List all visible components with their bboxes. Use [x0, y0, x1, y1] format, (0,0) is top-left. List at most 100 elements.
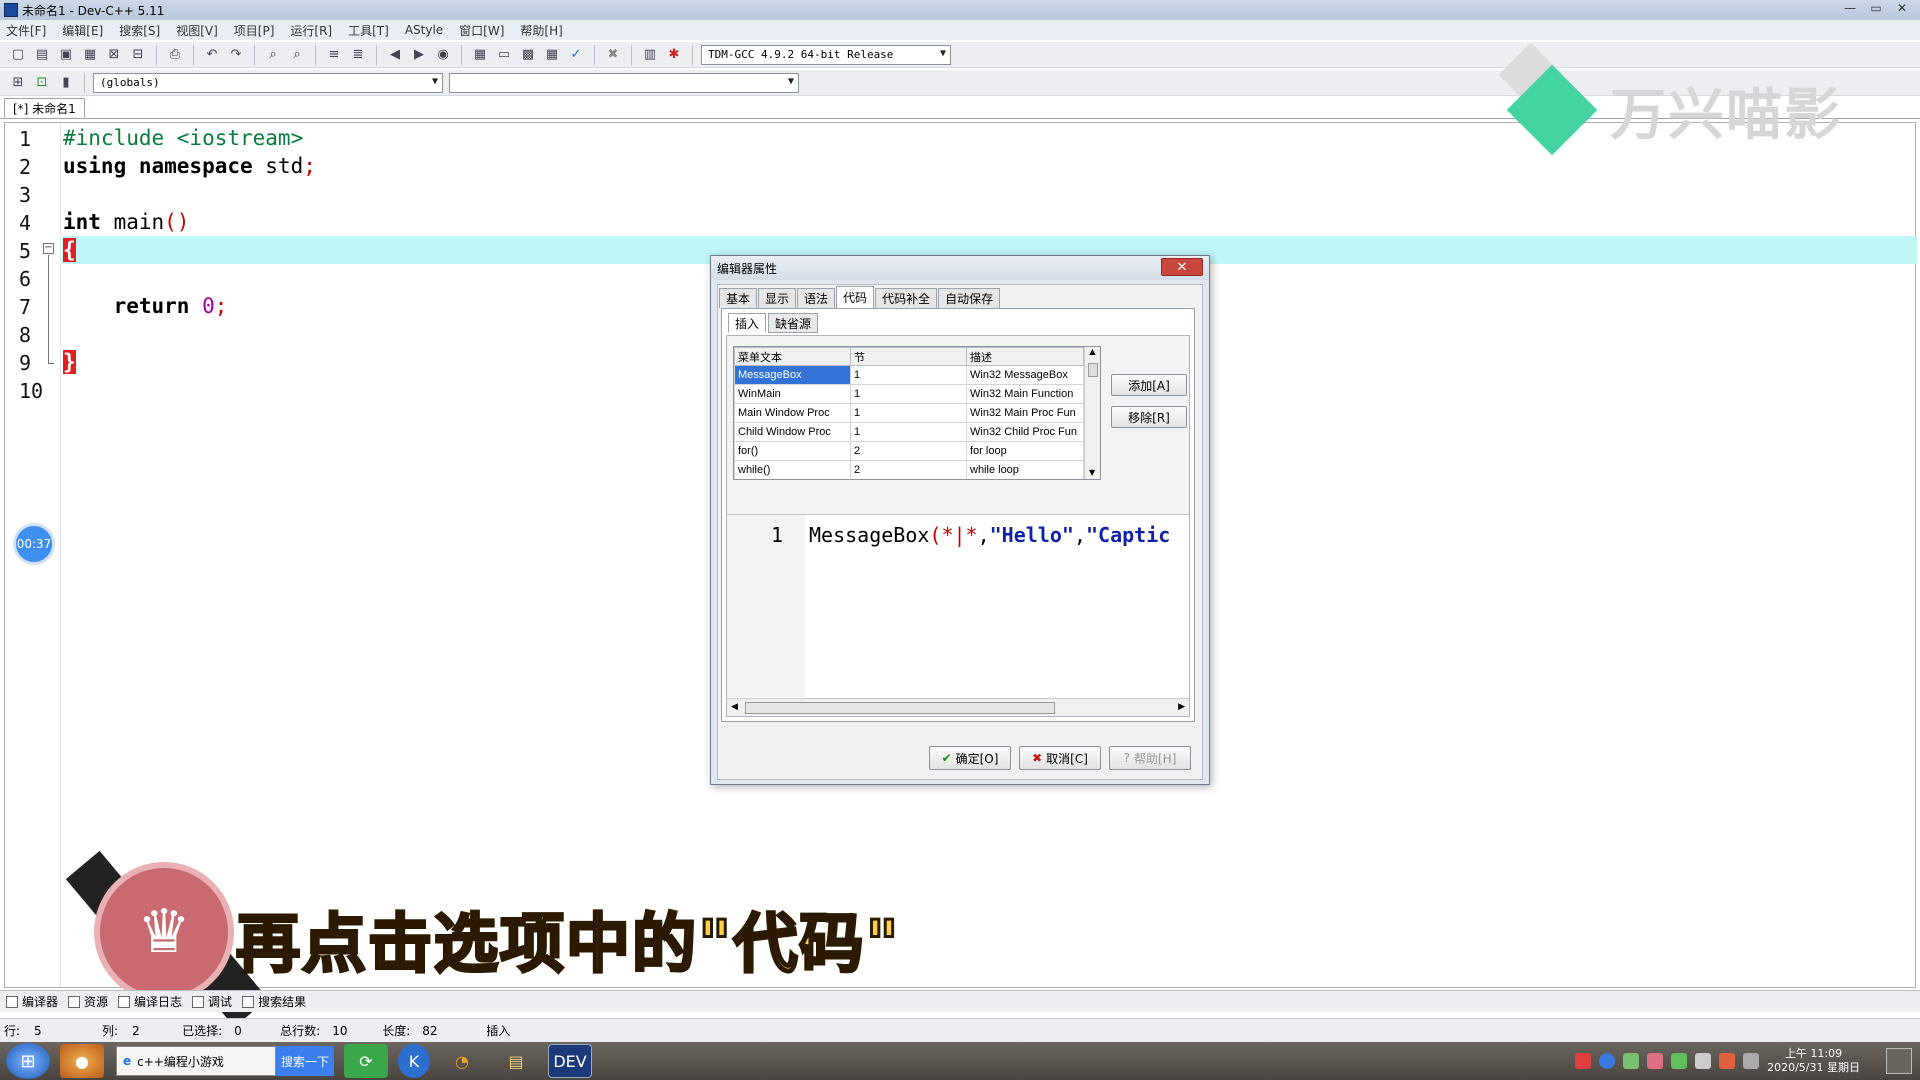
back-icon[interactable]: ◀ — [385, 45, 405, 65]
tab-autosave[interactable]: 自动保存 — [938, 288, 1001, 308]
remove-snippet-button[interactable]: 移除[R] — [1111, 406, 1187, 428]
tab-search-results[interactable]: 搜索结果 — [242, 993, 306, 1010]
tab-compiler[interactable]: 编译器 — [6, 993, 58, 1010]
menu-astyle[interactable]: AStyle — [405, 23, 443, 37]
app-tray-icon[interactable] — [1647, 1053, 1664, 1069]
debug-icon[interactable]: ✱ — [664, 45, 684, 65]
undo-icon[interactable]: ↶ — [202, 45, 222, 65]
table-scrollbar[interactable]: ▲ ▼ — [1084, 347, 1100, 479]
editor-tab[interactable]: [*] 未命名1 — [4, 98, 85, 118]
function-select[interactable]: ▼ — [449, 72, 799, 93]
show-desktop-button[interactable] — [1886, 1048, 1912, 1074]
column-header[interactable]: 节 — [850, 347, 967, 366]
close-file-icon[interactable]: ⊠ — [104, 45, 124, 65]
close-button[interactable]: ✕ — [1890, 1, 1914, 17]
taskbar: ⊞ ● e c++编程小游戏 搜索一下 ⟳ K ◔ ▤ DEV 上午 11:09… — [0, 1042, 1920, 1080]
replace-icon[interactable]: ⌕ — [287, 45, 307, 65]
menu-view[interactable]: 视图[V] — [176, 22, 218, 39]
tab-display[interactable]: 显示 — [758, 288, 797, 308]
forward-icon[interactable]: ▶ — [409, 45, 429, 65]
menu-project[interactable]: 项目[P] — [234, 22, 275, 39]
menu-tools[interactable]: 工具[T] — [348, 22, 389, 39]
save-icon[interactable]: ▣ — [56, 45, 76, 65]
tab-basic[interactable]: 基本 — [719, 288, 758, 308]
stop-icon[interactable]: ✖ — [603, 45, 623, 65]
preview-code: MessageBox(*|*,"Hello","Captic — [809, 523, 1171, 547]
ok-button[interactable]: ✔ 确定[O] — [929, 746, 1011, 770]
tab-completion[interactable]: 代码补全 — [875, 288, 938, 308]
status-selected: 0 — [234, 1023, 242, 1038]
k-app-icon[interactable]: K — [398, 1044, 430, 1078]
new-file-icon[interactable]: ▢ — [8, 45, 28, 65]
save-all-icon[interactable]: ▦ — [80, 45, 100, 65]
table-row[interactable]: Child Window Proc 1 Win32 Child Proc Fun — [734, 422, 1084, 442]
table-row[interactable]: for() 2 for loop — [734, 441, 1084, 461]
fold-collapse-icon[interactable]: − — [43, 243, 54, 254]
menu-search[interactable]: 搜索[S] — [119, 22, 160, 39]
rebuild-icon[interactable]: ▦ — [542, 45, 562, 65]
help-tray-icon[interactable] — [1599, 1053, 1616, 1069]
table-row[interactable]: MessageBox 1 Win32 MessageBox — [734, 365, 1084, 385]
close-all-icon[interactable]: ⊟ — [128, 45, 148, 65]
start-button[interactable]: ⊞ — [6, 1043, 50, 1079]
dialog-close-button[interactable]: ✕ — [1161, 258, 1203, 276]
devcpp-app-icon[interactable]: DEV — [548, 1044, 592, 1078]
battery-icon[interactable] — [1623, 1053, 1640, 1069]
network-icon[interactable] — [1671, 1053, 1688, 1069]
tab-compile-log[interactable]: 编译日志 — [118, 993, 182, 1010]
system-clock[interactable]: 上午 11:09 2020/5/31 星期日 — [1767, 1047, 1860, 1075]
check-icon[interactable]: ✓ — [566, 45, 586, 65]
volume-icon[interactable] — [1695, 1053, 1712, 1069]
redo-icon[interactable]: ↷ — [226, 45, 246, 65]
sogou-icon[interactable] — [1575, 1053, 1592, 1069]
browser-search-box[interactable]: e c++编程小游戏 — [116, 1046, 276, 1076]
browser-search-button[interactable]: 搜索一下 — [276, 1046, 334, 1076]
find-icon[interactable]: ⌕ — [263, 45, 283, 65]
360-app-icon[interactable]: ⟳ — [344, 1044, 388, 1078]
snippet-table[interactable]: 菜单文本 节 描述 MessageBox 1 Win32 MessageBox … — [733, 346, 1101, 480]
menu-edit[interactable]: 编辑[E] — [62, 22, 103, 39]
add-snippet-button[interactable]: 添加[A] — [1111, 374, 1187, 396]
file-explorer-icon[interactable]: ▤ — [494, 1044, 538, 1078]
chart-icon[interactable]: ▥ — [640, 45, 660, 65]
flag-icon[interactable] — [1719, 1053, 1736, 1069]
cancel-button[interactable]: ✖ 取消[C] — [1019, 746, 1101, 770]
taskbar-app-icon[interactable]: ● — [60, 1044, 104, 1078]
subtab-default-source[interactable]: 缺省源 — [768, 313, 819, 333]
preview-horizontal-scrollbar[interactable]: ◀ ▶ — [727, 698, 1189, 716]
menu-help[interactable]: 帮助[H] — [520, 22, 562, 39]
column-header[interactable]: 菜单文本 — [734, 347, 851, 366]
bookmark-icon[interactable]: ▮ — [56, 73, 76, 93]
menu-run[interactable]: 运行[R] — [290, 22, 332, 39]
insert-icon[interactable]: ⊞ — [8, 73, 28, 93]
menu-file[interactable]: 文件[F] — [6, 22, 46, 39]
display-icon[interactable] — [1743, 1053, 1760, 1069]
compile-run-icon[interactable]: ▩ — [518, 45, 538, 65]
tab-debug[interactable]: 调试 — [192, 993, 232, 1010]
minimize-button[interactable]: — — [1838, 1, 1862, 17]
tab-code[interactable]: 代码 — [836, 286, 875, 308]
maximize-button[interactable]: ▭ — [1864, 1, 1888, 17]
goto-icon[interactable]: ◉ — [433, 45, 453, 65]
unindent-icon[interactable]: ≣ — [348, 45, 368, 65]
table-row[interactable]: while() 2 while loop — [734, 460, 1084, 479]
column-header[interactable]: 描述 — [966, 347, 1084, 366]
snippet-code-preview[interactable]: 1 MessageBox(*|*,"Hello","Captic ◀ ▶ — [727, 514, 1189, 716]
open-file-icon[interactable]: ▤ — [32, 45, 52, 65]
browser-app-icon[interactable]: ◔ — [440, 1044, 484, 1078]
tab-syntax[interactable]: 语法 — [797, 288, 836, 308]
print-icon[interactable]: ⎙ — [165, 45, 185, 65]
compiler-select[interactable]: TDM-GCC 4.9.2 64-bit Release ▼ — [701, 44, 951, 65]
subtab-insert[interactable]: 插入 — [728, 313, 767, 333]
scope-select[interactable]: (globals) ▼ — [93, 72, 443, 93]
compile-icon[interactable]: ▦ — [470, 45, 490, 65]
tab-resources[interactable]: 资源 — [68, 993, 108, 1010]
menu-window[interactable]: 窗口[W] — [459, 22, 504, 39]
table-row[interactable]: Main Window Proc 1 Win32 Main Proc Fun — [734, 403, 1084, 423]
indent-icon[interactable]: ≡ — [324, 45, 344, 65]
code-line-1: #include <iostream> — [63, 126, 304, 150]
table-row[interactable]: WinMain 1 Win32 Main Function — [734, 384, 1084, 404]
help-button[interactable]: ? 帮助[H] — [1109, 746, 1191, 770]
run-icon[interactable]: ▭ — [494, 45, 514, 65]
bookmark-toggle-icon[interactable]: ⊡ — [32, 73, 52, 93]
